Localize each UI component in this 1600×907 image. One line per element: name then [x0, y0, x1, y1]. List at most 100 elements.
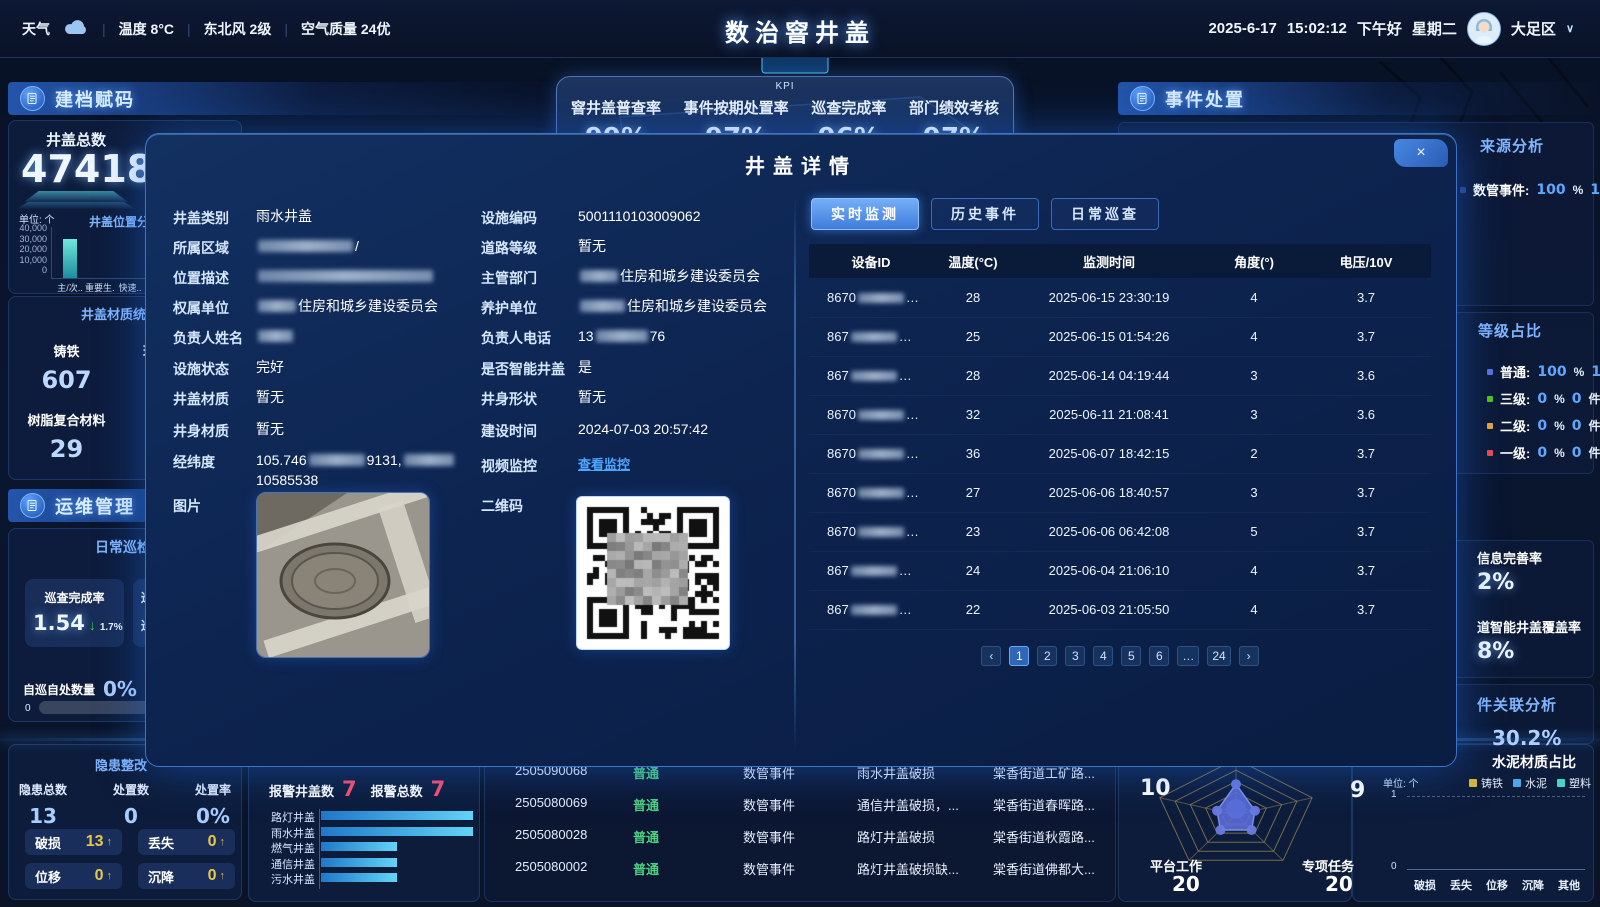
tab-history-events[interactable]: 历史事件: [931, 198, 1039, 230]
count-unit: 件: [1589, 417, 1600, 434]
level-row: 普通:100%13件: [1487, 362, 1600, 381]
field-text: 住房和城乡建设委员会: [620, 268, 760, 284]
cell-angle: 3: [1250, 395, 1257, 434]
self-patrol-row: 自巡自处数量 0% —: [23, 677, 161, 701]
material-item: 铸铁607: [19, 341, 114, 394]
field-text: 住房和城乡建设委员会: [627, 298, 767, 314]
badge-value: 0: [208, 833, 217, 851]
pager-next[interactable]: ›: [1239, 646, 1259, 666]
cell-voltage: 3.7: [1357, 278, 1375, 317]
cell-time: 2025-06-06 18:40:57: [1049, 473, 1170, 512]
region-selector[interactable]: 大足区: [1511, 18, 1556, 39]
field-text: 5001110103009062: [578, 208, 701, 224]
field-text: 暂无: [578, 238, 606, 254]
redacted-text: [258, 240, 353, 252]
count-unit: 件: [1589, 390, 1600, 407]
cell-time: 2025-06-04 21:06:10: [1049, 551, 1170, 590]
pager-page-2[interactable]: 2: [1037, 646, 1057, 666]
cell-device-id: 8670…: [827, 278, 919, 317]
temperature-label: 温度 8°C: [119, 19, 174, 39]
pager-ellipsis[interactable]: …: [1177, 646, 1199, 666]
bullet-icon: [1487, 423, 1493, 429]
cell-angle: 4: [1250, 317, 1257, 356]
close-icon[interactable]: ×: [1394, 139, 1448, 167]
field-label: 井盖类别: [173, 208, 229, 228]
hazard-badge: 破损13↑: [25, 829, 122, 855]
weather-label: 天气: [22, 19, 50, 39]
bullet-icon: [1487, 450, 1493, 456]
relation-title: 件关联分析: [1477, 694, 1557, 715]
ellipsis: …: [899, 329, 912, 344]
cell-time: 2025-06-14 04:19:44: [1049, 356, 1170, 395]
pct-unit: %: [1574, 365, 1585, 379]
event-desc: 通信井盖破损，...: [857, 795, 959, 814]
hazard-badge: 丢失0↑: [138, 829, 235, 855]
field-value: 2024-07-03 20:57:42: [578, 419, 788, 439]
pager-page-6[interactable]: 6: [1149, 646, 1169, 666]
pager-page-24[interactable]: 24: [1207, 646, 1230, 666]
bullet-icon: [1487, 396, 1493, 402]
level-row: 二级:0%0件: [1487, 416, 1600, 435]
field-value: 105.7469131,10585538: [256, 450, 474, 490]
pager-page-5[interactable]: 5: [1121, 646, 1141, 666]
alarm-bar-label: 通信井盖: [257, 856, 315, 872]
badge-label: 位移: [35, 867, 61, 886]
cell-device-id: 8670…: [827, 434, 919, 473]
level-count: 13: [1591, 364, 1600, 380]
redacted-text: [404, 454, 454, 466]
hazard-badge: 位移0↑: [25, 863, 122, 889]
up-arrow-icon: ↑: [220, 836, 226, 848]
cell-time: 2025-06-06 06:42:08: [1049, 512, 1170, 551]
cell-temperature: 28: [966, 278, 980, 317]
tab-realtime-monitor[interactable]: 实时监测: [811, 198, 919, 230]
alarm-bar: [321, 827, 473, 836]
radar-br-value: 20: [1325, 872, 1353, 896]
table-header-cell: 设备ID: [851, 244, 890, 278]
cell-voltage: 3.6: [1357, 395, 1375, 434]
pager-page-1[interactable]: 1: [1009, 646, 1029, 666]
alarm-card: 报警井盖数 7 报警总数 7 路灯井盖雨水井盖燃气井盖通信井盖污水井盖: [248, 744, 480, 902]
material-value: 29: [19, 435, 114, 463]
section-title: 运维管理: [55, 493, 135, 519]
ellipsis: …: [906, 290, 919, 305]
table-row: 8670…282025-06-15 23:30:1943.7: [809, 278, 1431, 318]
time-label: 15:02:12: [1287, 20, 1347, 37]
radar-right-value: 9: [1350, 778, 1365, 803]
page-title: 数治窨井盖: [725, 13, 875, 48]
alarm-bar-label: 污水井盖: [257, 871, 315, 887]
material-value: 607: [19, 366, 114, 394]
field-text: 暂无: [578, 389, 606, 405]
field-label: 建设时间: [481, 421, 537, 441]
table-row: 8670…362025-06-07 18:42:1523.7: [809, 434, 1431, 474]
pager-page-4[interactable]: 4: [1093, 646, 1113, 666]
bullet-icon: [1487, 369, 1493, 375]
ellipsis: …: [899, 563, 912, 578]
event-desc: 路灯井盖破损缺...: [857, 859, 959, 878]
cell-device-id: 8670…: [827, 512, 919, 551]
redacted-text: [309, 454, 365, 466]
pager-page-3[interactable]: 3: [1065, 646, 1085, 666]
field-label: 位置描述: [173, 268, 229, 288]
pct-unit: %: [1554, 446, 1565, 460]
tab-daily-patrol[interactable]: 日常巡查: [1051, 198, 1159, 230]
source-row: 数管事件: 100 % 13 件: [1460, 180, 1600, 199]
avatar[interactable]: [1467, 12, 1501, 46]
alarm-bar: [321, 811, 473, 820]
cell-voltage: 3.7: [1357, 512, 1375, 551]
cell-temperature: 28: [966, 356, 980, 395]
cell-voltage: 3.7: [1357, 317, 1375, 356]
chevron-down-icon[interactable]: ∨: [1566, 22, 1574, 35]
event-id: 2505080002: [515, 859, 587, 874]
event-street: 棠香街道佛都大...: [993, 859, 1095, 878]
cell-temperature: 25: [966, 317, 980, 356]
patrol-rate-label: 巡查完成率: [25, 589, 124, 606]
video-monitor-link[interactable]: 查看监控: [578, 457, 630, 472]
daily-title: 日常巡检: [95, 537, 151, 557]
pager-prev[interactable]: ‹: [981, 646, 1001, 666]
level-title: 等级占比: [1478, 320, 1542, 341]
alarm-bars: 路灯井盖雨水井盖燃气井盖通信井盖污水井盖: [249, 745, 479, 901]
event-level: 普通: [633, 859, 659, 878]
field-text: 暂无: [256, 389, 284, 405]
field-label: 权属单位: [173, 298, 229, 318]
badge-label: 破损: [35, 833, 61, 852]
